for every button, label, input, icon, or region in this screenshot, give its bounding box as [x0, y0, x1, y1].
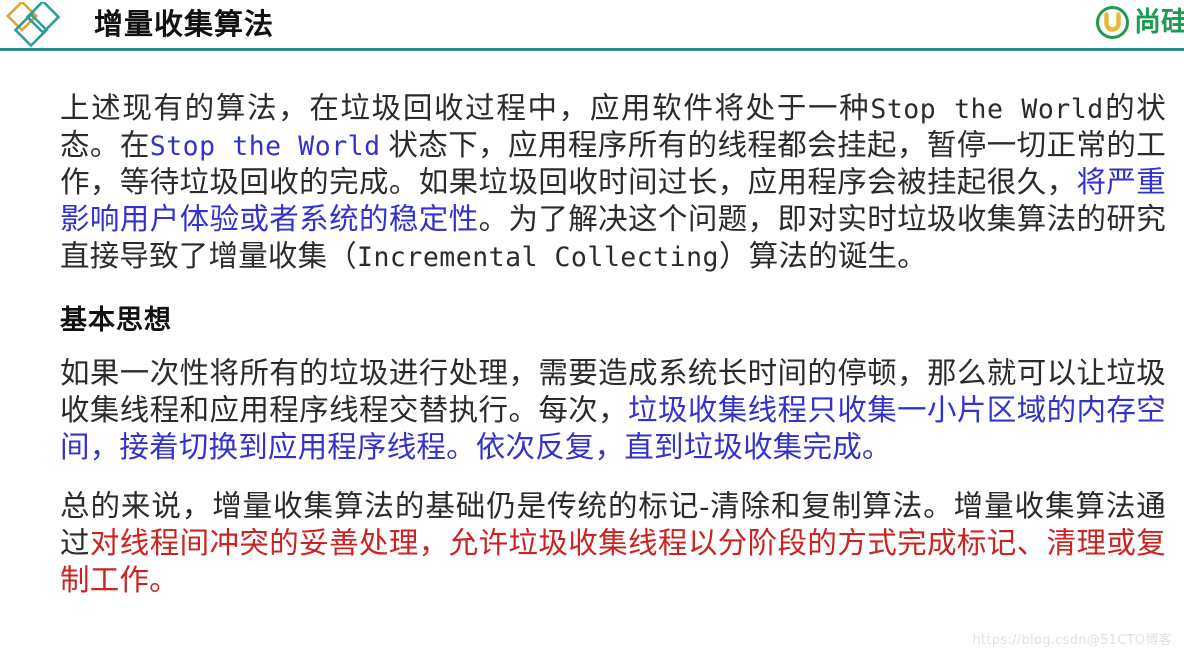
p1-stop-the-world-blue: Stop the World — [149, 131, 381, 162]
paragraph-summary: 总的来说，增量收集算法的基础仍是传统的标记-清除和复制算法。增量收集算法通过对线… — [60, 489, 1166, 600]
brand-logo: 尚硅 — [1096, 6, 1184, 39]
circle-u-icon — [1096, 6, 1129, 39]
watermark-text: https://blog.csdn@51CTO博客 — [972, 633, 1172, 648]
p3-highlight-red: 对线程间冲突的妥善处理，允许垃圾收集线程以分阶段的方式完成标记、清理或复制工作。 — [60, 528, 1167, 597]
p1-stop-the-world-dark: Stop the World — [870, 94, 1104, 125]
slide-root: 增量收集算法 尚硅 上述现有的算法，在垃圾回收过程中，应用软件将处于一种Stop… — [0, 0, 1184, 658]
paragraph-basic-idea: 如果一次性将所有的垃圾进行处理，需要造成系统长时间的停顿，那么就可以让垃圾收集线… — [60, 356, 1166, 467]
paragraph-intro: 上述现有的算法，在垃圾回收过程中，应用软件将处于一种Stop the World… — [60, 91, 1166, 276]
section-heading-basic-idea: 基本思想 — [60, 305, 172, 336]
diamond-cluster-logo-icon — [6, 0, 70, 48]
slide-body: 上述现有的算法，在垃圾回收过程中，应用软件将处于一种Stop the World… — [0, 51, 1184, 658]
slide-header: 增量收集算法 尚硅 — [0, 0, 1184, 51]
p1-incremental-collecting: Incremental Collecting — [357, 242, 720, 273]
brand-name: 尚硅 — [1134, 7, 1184, 38]
p1-seg1: 上述现有的算法，在垃圾回收过程中，应用软件将处于一种 — [60, 93, 871, 125]
page-title: 增量收集算法 — [94, 7, 275, 41]
p1-seg9: ）算法的诞生。 — [719, 241, 927, 273]
